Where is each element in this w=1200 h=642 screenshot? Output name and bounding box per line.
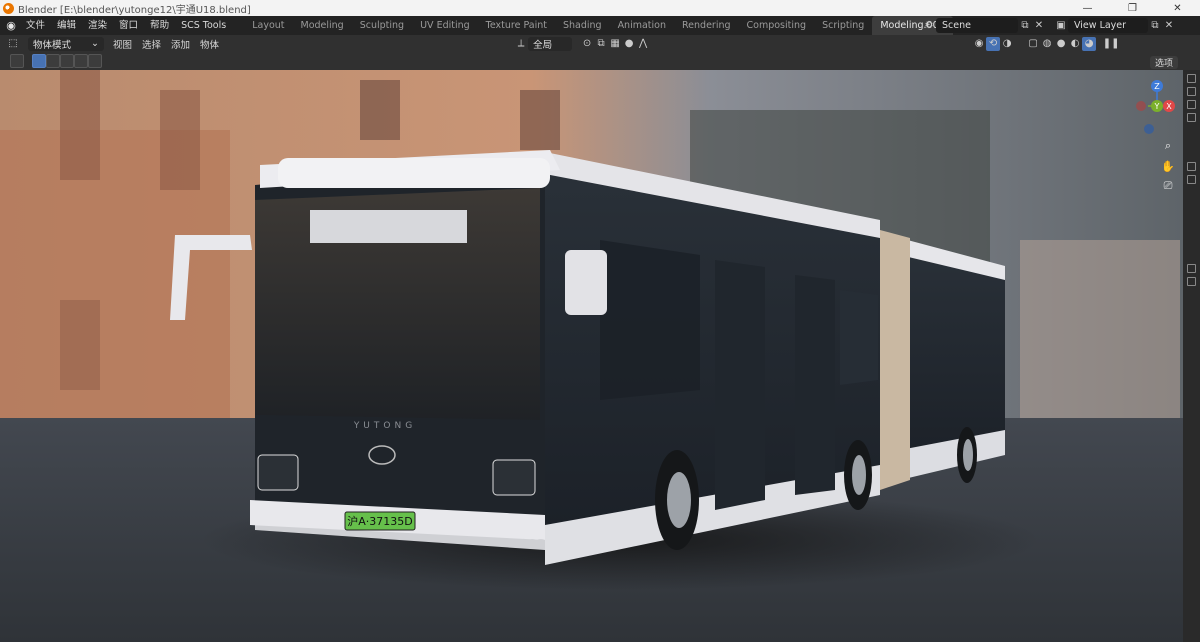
viewport-header: ⬚ 物体模式 ⌄ 视图 选择 添加 物体 ⟂ 全局 ⊙ ⧉ ▦ ● ⋀ ◉ ⟲ … [0,35,1200,52]
zoom-icon[interactable]: ⌕ [1160,138,1176,154]
sidebar-toggle-icon[interactable] [1187,277,1196,286]
menu-select[interactable]: 选择 [137,37,166,51]
select-mode-new-icon[interactable] [32,54,46,68]
viewport-3d[interactable]: 沪A·37135D YUTONG [0,70,1183,642]
tab-texture-paint[interactable]: Texture Paint [478,16,555,35]
workspace-tabs: Layout Modeling Sculpting UV Editing Tex… [244,16,971,35]
gizmo-z-label: Z [1154,82,1160,91]
tab-sculpting[interactable]: Sculpting [352,16,412,35]
xray-icon[interactable]: ▢ [1026,37,1040,51]
sidebar-toggle-icon[interactable] [1187,100,1196,109]
menu-scs-tools[interactable]: SCS Tools [175,16,232,35]
chevron-down-icon: ⌄ [91,38,99,49]
sidebar-toggle-icon[interactable] [1187,74,1196,83]
pause-render-icon[interactable]: ❚❚ [1103,37,1120,51]
mode-dropdown[interactable]: 物体模式 ⌄ [28,36,104,51]
minimize-button[interactable]: — [1065,0,1110,16]
window-title: Blender [E:\blender\yutonge12\宇通U18.blen… [18,4,251,16]
gizmo-y-label: Y [1154,102,1160,111]
sidebar-toggle-icon[interactable] [1187,87,1196,96]
proportional-edit-icon[interactable]: ● [622,37,636,51]
close-button[interactable]: ✕ [1155,0,1200,16]
gizmo-toggle-icon[interactable]: ⟲ [986,36,1001,51]
view-layer-field[interactable]: View Layer [1068,18,1148,33]
camera-view-icon[interactable]: ⎚ [1160,178,1176,194]
menu-help[interactable]: 帮助 [144,16,175,35]
tab-animation[interactable]: Animation [610,16,674,35]
maximize-button[interactable]: ❐ [1110,0,1155,16]
options-dropdown[interactable]: 选项 [1149,56,1178,69]
delete-view-layer-icon[interactable]: ✕ [1162,19,1176,33]
tool-header [0,52,1200,70]
tab-layout[interactable]: Layout [244,16,292,35]
select-tool-icon[interactable] [10,54,24,68]
menu-edit[interactable]: 编辑 [51,16,82,35]
menu-file[interactable]: 文件 [20,16,51,35]
pivot-point-icon[interactable]: ⊙ [580,37,594,51]
options-label: 选项 [1154,59,1173,69]
delete-scene-icon[interactable]: ✕ [1032,19,1046,33]
tab-rendering[interactable]: Rendering [674,16,739,35]
scene-field[interactable]: Scene [936,18,1018,33]
sidebar-toggle-icon[interactable] [1187,264,1196,273]
bus-brand-text: YUTONG [353,421,416,431]
falloff-icon[interactable]: ⋀ [636,37,650,51]
window-titlebar: Blender [E:\blender\yutonge12\宇通U18.blen… [0,0,1200,16]
tab-uv-editing[interactable]: UV Editing [412,16,478,35]
new-view-layer-icon[interactable]: ⧉ [1148,19,1162,33]
select-mode-extend-icon[interactable] [46,54,60,68]
scene-selector-group: ⚙ Scene ⧉ ✕ ▣ View Layer ⧉ ✕ [922,18,1176,33]
snapping-icon[interactable]: ▦ [608,37,622,51]
menu-window[interactable]: 窗口 [113,16,144,35]
blender-app-icon [3,2,14,14]
editor-type-icon[interactable]: ⬚ [6,37,20,51]
license-plate-text: 沪A·37135D [347,514,412,528]
menu-view[interactable]: 视图 [108,37,137,51]
scene-icon[interactable]: ⚙ [922,19,936,33]
blender-logo-icon[interactable]: ◉ [2,16,20,35]
sidebar-toggle-icon[interactable] [1187,175,1196,184]
blender-topbar: ◉ 文件 编辑 渲染 窗口 帮助 SCS Tools Layout Modeli… [0,16,1200,35]
transform-orientation-dropdown[interactable]: 全局 [528,36,573,51]
rendered-scene: 沪A·37135D YUTONG [0,70,1183,642]
menu-add[interactable]: 添加 [166,37,195,51]
transform-orientation-icon[interactable]: ⟂ [514,37,528,51]
window-controls: — ❐ ✕ [1065,0,1200,16]
select-mode-invert-icon[interactable] [74,54,88,68]
transform-orientation-label: 全局 [533,39,553,51]
snap-icon[interactable]: ⧉ [594,37,608,51]
menu-render[interactable]: 渲染 [82,16,113,35]
mode-label: 物体模式 [33,39,72,51]
gizmo-x-label: X [1166,102,1172,111]
tab-shading[interactable]: Shading [555,16,610,35]
navigation-gizmo[interactable]: Z X Y [1128,78,1178,138]
select-mode-subtract-icon[interactable] [60,54,74,68]
select-mode-intersect-icon[interactable] [88,54,102,68]
tab-modeling[interactable]: Modeling [293,16,352,35]
rendered-shading-icon[interactable]: ◕ [1082,36,1097,51]
overlay-icon[interactable]: ◑ [1000,37,1014,51]
pan-hand-icon[interactable]: ✋ [1160,158,1176,174]
viewport-sidebar-tabs [1183,70,1200,642]
visibility-icon[interactable]: ◉ [972,37,986,51]
new-scene-icon[interactable]: ⧉ [1018,19,1032,33]
tab-scripting[interactable]: Scripting [814,16,872,35]
menu-object[interactable]: 物体 [195,37,224,51]
sidebar-toggle-icon[interactable] [1187,113,1196,122]
material-shading-icon[interactable]: ◐ [1068,37,1082,51]
tab-compositing[interactable]: Compositing [739,16,815,35]
sidebar-toggle-icon[interactable] [1187,162,1196,171]
wireframe-shading-icon[interactable]: ◍ [1040,37,1054,51]
view-layer-icon[interactable]: ▣ [1054,19,1068,33]
solid-shading-icon[interactable]: ● [1054,37,1068,51]
